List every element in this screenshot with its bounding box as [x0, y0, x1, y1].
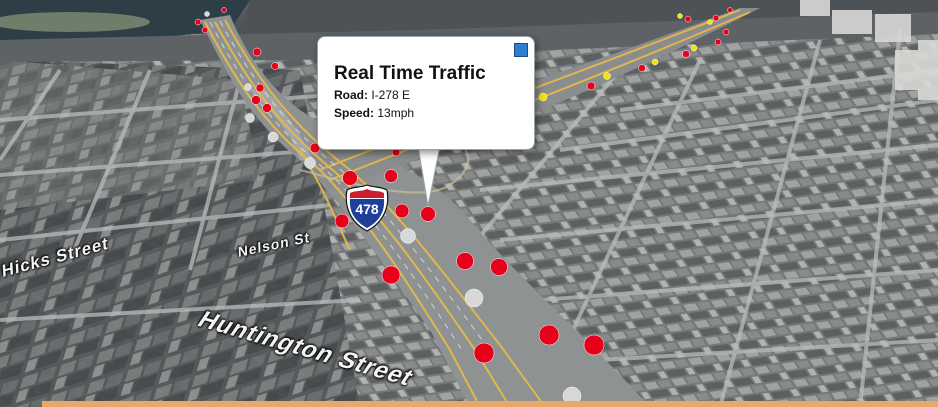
- traffic-dot: [271, 62, 279, 70]
- traffic-dot: [586, 81, 596, 91]
- traffic-dot: [583, 334, 605, 356]
- traffic-dot: [490, 258, 508, 276]
- popup-title: Real Time Traffic: [334, 63, 486, 84]
- traffic-dot: [252, 47, 262, 57]
- traffic-dot: [677, 13, 683, 19]
- traffic-dot: [262, 103, 272, 113]
- speed-value: 13mph: [377, 106, 415, 120]
- traffic-dot: [727, 7, 733, 13]
- traffic-dot: [244, 83, 252, 91]
- traffic-dot: [267, 131, 279, 143]
- traffic-dot: [722, 28, 730, 36]
- traffic-dot: [712, 14, 720, 22]
- traffic-dot: [400, 228, 416, 244]
- traffic-dot: [714, 38, 722, 46]
- traffic-dot: [255, 83, 265, 93]
- traffic-dot: [456, 252, 474, 270]
- traffic-dot: [251, 95, 261, 105]
- traffic-dot: [394, 203, 410, 219]
- popup-road-row: Road: I-278 E: [334, 88, 410, 102]
- traffic-dot: [538, 92, 548, 102]
- traffic-dot: [194, 18, 202, 26]
- traffic-dot: [638, 64, 646, 72]
- expand-icon[interactable]: [514, 43, 528, 57]
- traffic-dot: [381, 265, 401, 285]
- traffic-dot: [245, 113, 255, 123]
- road-label: Road:: [334, 88, 372, 102]
- traffic-dot: [707, 19, 713, 25]
- traffic-dot: [221, 7, 227, 13]
- road-value: I-278 E: [371, 88, 411, 102]
- traffic-dot: [603, 72, 611, 80]
- popup-speed-row: Speed: 13mph: [334, 106, 414, 120]
- traffic-dot: [690, 44, 698, 52]
- traffic-dot: [464, 288, 484, 308]
- traffic-dot: [538, 324, 560, 346]
- map-view[interactable]: Hicks Street Nelson St Huntington Street…: [0, 0, 938, 407]
- traffic-dot: [384, 169, 398, 183]
- traffic-dot: [684, 15, 692, 23]
- interstate-shield-icon: 478: [344, 184, 390, 232]
- traffic-dot: [304, 157, 316, 169]
- traffic-dot: [473, 342, 495, 364]
- shield-number: 478: [355, 201, 379, 217]
- traffic-info-popup[interactable]: Real Time Traffic Road: I-278 E Speed: 1…: [317, 36, 535, 150]
- traffic-dot: [201, 26, 209, 34]
- traffic-dot: [204, 11, 210, 17]
- bottom-frame-bar: [42, 401, 938, 407]
- traffic-dot: [420, 206, 436, 222]
- traffic-dot: [682, 50, 690, 58]
- traffic-dot: [651, 58, 659, 66]
- speed-label: Speed:: [334, 106, 378, 120]
- popup-pointer: [418, 146, 441, 207]
